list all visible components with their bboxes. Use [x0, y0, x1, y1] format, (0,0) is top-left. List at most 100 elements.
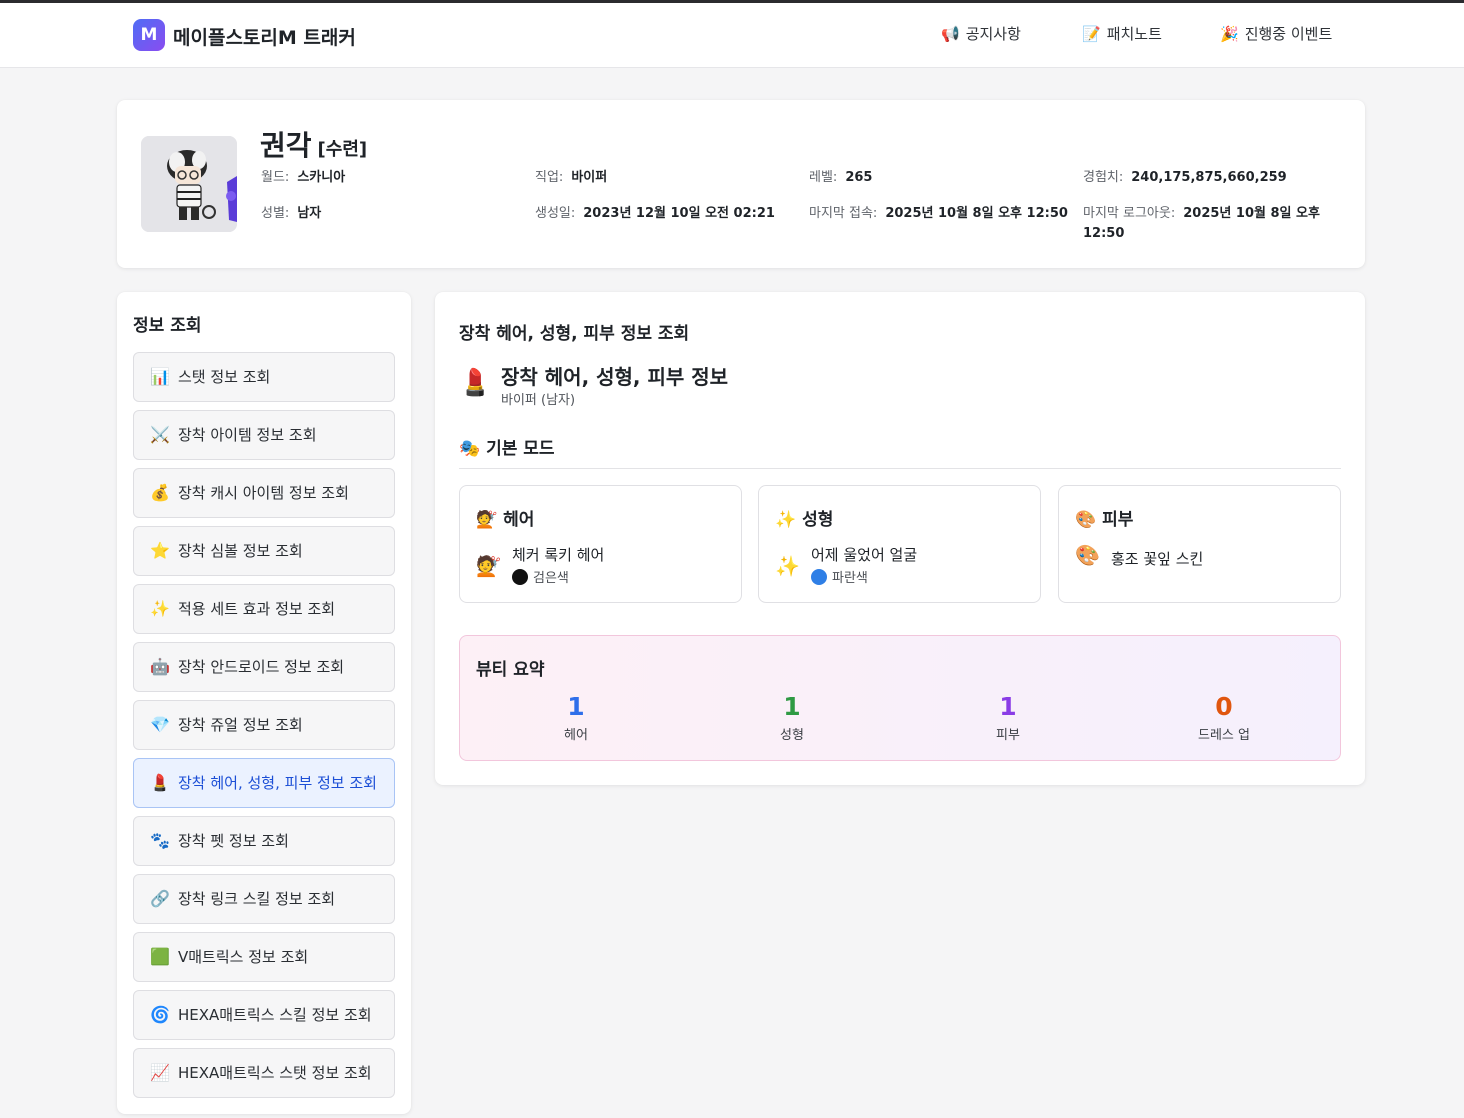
- star-icon: ⭐: [150, 541, 170, 560]
- black-circle-icon: [512, 569, 528, 585]
- info-last-logout: 마지막 로그아웃: 2025년 10월 8일 오후 12:50: [1083, 204, 1333, 244]
- info-exp: 경험치: 240,175,875,660,259: [1083, 168, 1287, 188]
- lipstick-icon: 💄: [459, 368, 492, 398]
- crossed-swords-icon: ⚔️: [150, 425, 170, 444]
- info-exp-value: 240,175,875,660,259: [1131, 170, 1287, 185]
- section-subtitle: 바이퍼 (남자): [501, 393, 576, 408]
- sidebar-item-label: 장착 심볼 정보 조회: [178, 542, 303, 560]
- bar-chart-icon: 📊: [150, 367, 170, 386]
- chart-increasing-icon: 📈: [150, 1063, 170, 1082]
- sidebar-item-jewel[interactable]: 💎 장착 쥬얼 정보 조회: [133, 700, 395, 750]
- hair-color: 검은색: [512, 567, 569, 586]
- link-icon: 🔗: [150, 889, 170, 908]
- sidebar-item-pet[interactable]: 🐾 장착 펫 정보 조회: [133, 816, 395, 866]
- info-level-label: 레벨:: [809, 170, 838, 185]
- gem-icon: 💎: [150, 715, 170, 734]
- app-title[interactable]: 메이플스토리M 트래커: [173, 23, 356, 50]
- blue-circle-icon: [811, 569, 827, 585]
- sidebar-item-stat[interactable]: 📊 스탯 정보 조회: [133, 352, 395, 402]
- sidebar-item-label: 장착 링크 스킬 정보 조회: [178, 890, 336, 908]
- beauty-info-panel: 장착 헤어, 성형, 피부 정보 조회 💄 장착 헤어, 성형, 피부 정보 바…: [435, 292, 1365, 785]
- lipstick-icon: 💄: [150, 773, 170, 792]
- hair-color-label: 검은색: [533, 571, 569, 586]
- sidebar-title: 정보 조회: [133, 316, 202, 336]
- summary-stat-face: 1 성형: [684, 692, 900, 743]
- character-guild: [수련]: [317, 139, 368, 160]
- hair-card: 💇 헤어 💇 체커 록키 헤어 검은색: [459, 485, 742, 603]
- haircut-icon: 💇: [476, 554, 501, 578]
- info-last-logout-label: 마지막 로그아웃:: [1083, 206, 1176, 221]
- summary-stat-value: 1: [783, 692, 801, 721]
- logo-icon[interactable]: M: [133, 19, 165, 51]
- top-navbar: M 메이플스토리M 트래커 📢 공지사항 📝 패치노트 🎉 진행중 이벤트: [0, 3, 1464, 68]
- sidebar-item-label: 장착 펫 정보 조회: [178, 832, 289, 850]
- info-created: 생성일: 2023년 12월 10일 오전 02:21: [535, 204, 775, 224]
- green-square-icon: 🟩: [150, 947, 170, 966]
- sidebar-item-hexa-skill[interactable]: 🌀 HEXA매트릭스 스킬 정보 조회: [133, 990, 395, 1040]
- robot-icon: 🤖: [150, 657, 170, 676]
- info-world-label: 월드:: [261, 170, 290, 185]
- info-sidebar: 정보 조회 📊 스탯 정보 조회 ⚔️ 장착 아이템 정보 조회 💰 장착 캐시 아이…: [117, 292, 411, 1114]
- hair-card-header: 💇 헤어: [476, 510, 535, 530]
- character-avatar: [141, 136, 237, 232]
- face-color-label: 파란색: [832, 571, 868, 586]
- panel-title: 장착 헤어, 성형, 피부 정보 조회: [459, 324, 690, 344]
- sidebar-item-equipment[interactable]: ⚔️ 장착 아이템 정보 조회: [133, 410, 395, 460]
- sidebar-item-label: HEXA매트릭스 스킬 정보 조회: [178, 1006, 372, 1024]
- info-last-access-label: 마지막 접속:: [809, 206, 878, 221]
- info-level: 레벨: 265: [809, 168, 872, 188]
- nav-notice-link[interactable]: 📢 공지사항: [941, 23, 1021, 44]
- summary-stat-label: 헤어: [564, 728, 588, 743]
- summary-stat-label: 피부: [996, 728, 1020, 743]
- info-job-label: 직업:: [535, 170, 564, 185]
- sidebar-item-v-matrix[interactable]: 🟩 V매트릭스 정보 조회: [133, 932, 395, 982]
- summary-stat-label: 드레스 업: [1198, 728, 1250, 743]
- info-job-value: 바이퍼: [571, 170, 608, 185]
- sidebar-item-label: HEXA매트릭스 스탯 정보 조회: [178, 1064, 372, 1082]
- character-profile-card: 권각 [수련] 월드: 스카니아 직업: 바이퍼 레벨: 265 경험치: 240,175…: [117, 100, 1365, 268]
- info-last-access: 마지막 접속: 2025년 10월 8일 오후 12:50: [809, 204, 1068, 224]
- character-name-text: 권각: [260, 129, 312, 162]
- sidebar-item-label: V매트릭스 정보 조회: [178, 948, 309, 966]
- character-sprite-image: [141, 136, 237, 232]
- info-world-value: 스카니아: [297, 170, 346, 185]
- skin-card: 🎨 피부 🎨 홍조 꽃잎 스킨: [1058, 485, 1341, 603]
- summary-stat-hair: 1 헤어: [468, 692, 684, 743]
- summary-stat-value: 1: [999, 692, 1017, 721]
- face-card: ✨ 성형 ✨ 어제 울었어 얼굴 파란색: [758, 485, 1041, 603]
- sparkles-icon: ✨: [150, 599, 170, 618]
- info-level-value: 265: [845, 170, 873, 185]
- summary-stat-value: 0: [1215, 692, 1233, 721]
- sparkles-icon: ✨: [775, 554, 800, 578]
- sidebar-item-link-skill[interactable]: 🔗 장착 링크 스킬 정보 조회: [133, 874, 395, 924]
- character-name: 권각 [수련]: [260, 124, 367, 164]
- info-gender-label: 성별:: [261, 206, 290, 221]
- sidebar-item-hexa-stat[interactable]: 📈 HEXA매트릭스 스탯 정보 조회: [133, 1048, 395, 1098]
- paw-prints-icon: 🐾: [150, 831, 170, 850]
- face-name: 어제 울었어 얼굴: [811, 546, 918, 564]
- skin-name: 홍조 꽃잎 스킨: [1111, 550, 1204, 568]
- sidebar-item-cash-equipment[interactable]: 💰 장착 캐시 아이템 정보 조회: [133, 468, 395, 518]
- megaphone-icon: 📢: [941, 25, 960, 43]
- sidebar-item-symbol[interactable]: ⭐ 장착 심볼 정보 조회: [133, 526, 395, 576]
- sidebar-item-set-effect[interactable]: ✨ 적용 세트 효과 정보 조회: [133, 584, 395, 634]
- info-gender-value: 남자: [297, 206, 322, 221]
- info-last-access-value: 2025년 10월 8일 오후 12:50: [885, 206, 1068, 221]
- sidebar-item-label: 장착 쥬얼 정보 조회: [178, 716, 303, 734]
- sidebar-item-android[interactable]: 🤖 장착 안드로이드 정보 조회: [133, 642, 395, 692]
- face-card-header: ✨ 성형: [775, 510, 834, 530]
- sidebar-item-label: 장착 안드로이드 정보 조회: [178, 658, 345, 676]
- nav-event-label: 진행중 이벤트: [1244, 25, 1333, 43]
- nav-event-link[interactable]: 🎉 진행중 이벤트: [1220, 23, 1332, 44]
- summary-stat-label: 성형: [780, 728, 804, 743]
- hair-name: 체커 록키 헤어: [512, 546, 605, 564]
- skin-card-header: 🎨 피부: [1075, 510, 1134, 530]
- summary-stat-skin: 1 피부: [900, 692, 1116, 743]
- sidebar-item-beauty[interactable]: 💄 장착 헤어, 성형, 피부 정보 조회: [133, 758, 395, 808]
- sidebar-item-label: 장착 아이템 정보 조회: [178, 426, 317, 444]
- nav-patchnote-link[interactable]: 📝 패치노트: [1082, 23, 1162, 44]
- info-created-value: 2023년 12월 10일 오전 02:21: [583, 206, 775, 221]
- sidebar-item-label: 장착 헤어, 성형, 피부 정보 조회: [178, 774, 377, 792]
- info-job: 직업: 바이퍼: [535, 168, 607, 188]
- summary-title: 뷰티 요약: [476, 660, 545, 680]
